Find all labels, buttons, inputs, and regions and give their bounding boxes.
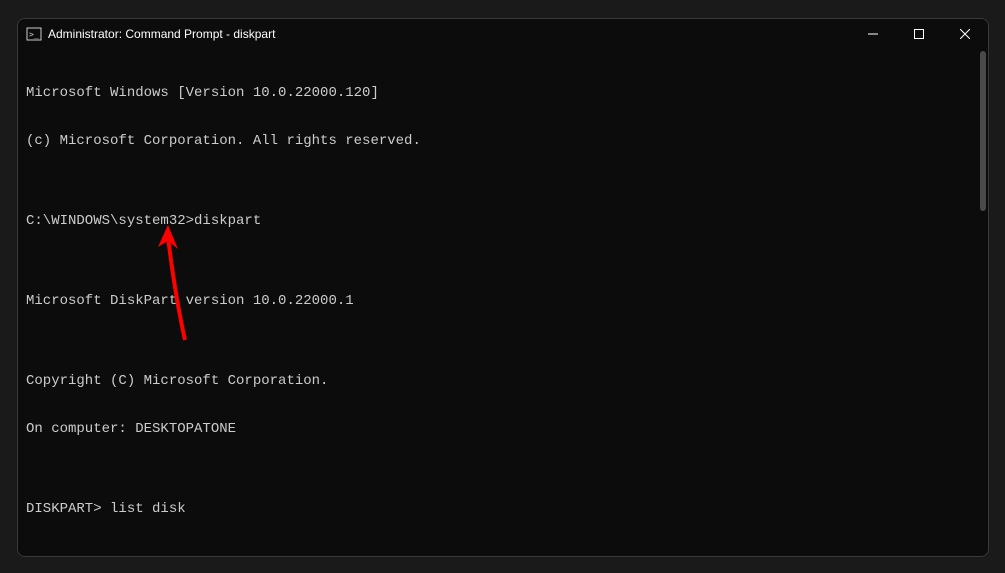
minimize-button[interactable] (850, 19, 896, 49)
terminal-line: On computer: DESKTOPATONE (26, 421, 980, 437)
svg-text:>_: >_ (29, 30, 39, 39)
titlebar[interactable]: >_ Administrator: Command Prompt - diskp… (18, 19, 988, 49)
maximize-button[interactable] (896, 19, 942, 49)
terminal-line: (c) Microsoft Corporation. All rights re… (26, 133, 980, 149)
terminal-line: Copyright (C) Microsoft Corporation. (26, 373, 980, 389)
terminal-output[interactable]: Microsoft Windows [Version 10.0.22000.12… (18, 49, 988, 556)
terminal-line: C:\WINDOWS\system32>diskpart (26, 213, 980, 229)
scrollbar-thumb[interactable] (980, 51, 986, 211)
window-controls (850, 19, 988, 49)
scrollbar[interactable] (980, 51, 986, 552)
window-title: Administrator: Command Prompt - diskpart (48, 27, 850, 41)
close-button[interactable] (942, 19, 988, 49)
terminal-line: Microsoft Windows [Version 10.0.22000.12… (26, 85, 980, 101)
command-prompt-window: >_ Administrator: Command Prompt - diskp… (17, 18, 989, 557)
cmd-icon: >_ (26, 26, 42, 42)
terminal-line: DISKPART> list disk (26, 501, 980, 517)
terminal-line: Microsoft DiskPart version 10.0.22000.1 (26, 293, 980, 309)
